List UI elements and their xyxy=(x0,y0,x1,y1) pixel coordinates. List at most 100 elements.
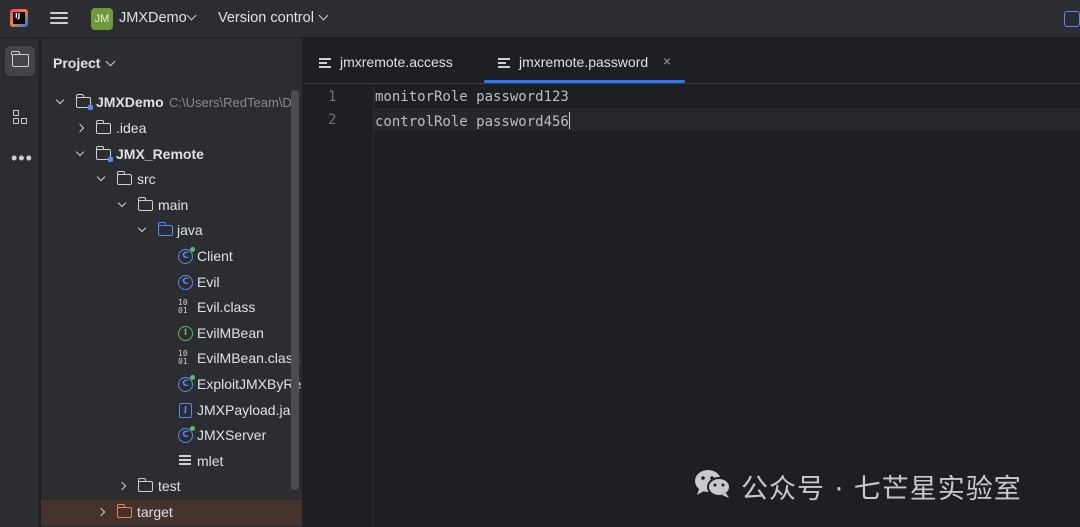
tree-item-label: JMXPayload.jar xyxy=(197,402,296,418)
panel-title[interactable]: Project xyxy=(53,55,100,71)
source-folder-icon xyxy=(157,222,173,236)
collapse-arrow-icon[interactable] xyxy=(96,507,106,517)
class-icon: C xyxy=(178,247,195,264)
tab-jmxremote-password[interactable]: jmxremote.password × xyxy=(498,38,678,84)
title-bar: IJ JM JMXDemo Version control xyxy=(0,0,1080,38)
tree-item-target[interactable]: target xyxy=(41,500,302,525)
jar-file-icon: J xyxy=(179,403,192,418)
main-menu-icon[interactable] xyxy=(50,9,68,27)
text-caret xyxy=(568,112,571,129)
tree-item-label: EvilMBean xyxy=(197,325,264,341)
editor-area: jmxremote.access jmxremote.password × 1 … xyxy=(303,38,1080,527)
chevron-down-icon[interactable] xyxy=(318,10,329,21)
more-tools-button[interactable]: ••• xyxy=(5,144,35,174)
folder-icon xyxy=(137,478,153,492)
tree-item-evil[interactable]: C Evil xyxy=(41,270,302,295)
text-file-icon xyxy=(498,58,510,68)
tree-item-client[interactable]: C Client xyxy=(41,244,302,269)
structure-icon xyxy=(13,110,28,125)
module-folder-icon xyxy=(95,146,113,162)
collapse-arrow-icon[interactable] xyxy=(75,123,85,133)
tree-item-label: Evil.class xyxy=(197,299,256,315)
tree-item-jmxpayload[interactable]: J JMXPayload.jar xyxy=(41,398,302,423)
intellij-logo-icon[interactable]: IJ xyxy=(10,9,28,27)
chevron-down-icon[interactable] xyxy=(105,56,116,67)
tree-item-main[interactable]: main xyxy=(41,193,302,218)
gutter-divider xyxy=(373,85,374,527)
line-number: 1 xyxy=(328,89,337,105)
panel-scrollbar[interactable] xyxy=(291,90,299,490)
tree-item-label: JMXServer xyxy=(197,427,267,443)
tree-item-label: src xyxy=(137,171,156,187)
expand-arrow-icon[interactable] xyxy=(75,147,85,157)
tree-item-label: Client xyxy=(197,248,233,264)
tree-item-label: JMXDemo xyxy=(96,94,164,110)
expand-arrow-icon[interactable] xyxy=(96,172,106,182)
editor-tab-bar: jmxremote.access jmxremote.password × xyxy=(304,38,1080,84)
folder-icon xyxy=(137,197,153,211)
class-icon: C xyxy=(178,426,195,443)
tree-item-path: C:\Users\RedTeam\De xyxy=(169,95,300,110)
binary-file-icon: 10 01 xyxy=(178,349,188,366)
tree-item-evil-class[interactable]: 10 01 Evil.class xyxy=(41,295,302,320)
project-badge[interactable]: JM xyxy=(91,8,113,30)
code-line[interactable]: controlRole password456 xyxy=(375,112,571,130)
expand-arrow-icon[interactable] xyxy=(137,223,147,233)
tree-item-java[interactable]: java xyxy=(41,218,302,243)
tree-item-src[interactable]: src xyxy=(41,167,302,192)
module-folder-icon xyxy=(75,94,93,110)
text-file-icon xyxy=(179,455,191,467)
tree-item-jmxdemo[interactable]: JMXDemo C:\Users\RedTeam\De xyxy=(41,90,302,115)
tree-item-evilmbean-class[interactable]: 10 01 EvilMBean.class xyxy=(41,346,302,371)
tree-item-idea[interactable]: .idea xyxy=(41,116,302,141)
tree-item-label: EvilMBean.class xyxy=(197,350,300,366)
tree-item-mlet[interactable]: mlet xyxy=(41,449,302,474)
tab-label: jmxremote.password xyxy=(519,54,649,70)
tree-item-label: target xyxy=(137,504,173,520)
expand-arrow-icon[interactable] xyxy=(55,95,65,105)
tree-item-label: mlet xyxy=(197,453,224,469)
wechat-icon xyxy=(695,470,731,498)
version-control-menu[interactable]: Version control xyxy=(218,10,314,26)
line-number-gutter xyxy=(304,85,374,527)
active-tab-indicator xyxy=(484,80,685,83)
project-tool-button[interactable] xyxy=(5,46,35,76)
tree-item-label: .idea xyxy=(116,120,147,136)
folder-icon xyxy=(116,171,132,185)
tab-jmxremote-access[interactable]: jmxremote.access xyxy=(319,38,469,84)
tree-item-label: java xyxy=(177,222,203,238)
code-line-text: controlRole password456 xyxy=(375,114,569,130)
tree-item-evilmbean[interactable]: I EvilMBean xyxy=(41,321,302,346)
class-icon: C xyxy=(178,275,193,290)
tree-item-label: JMX_Remote xyxy=(116,146,204,162)
tool-window-strip: ••• xyxy=(0,38,40,527)
excluded-folder-icon xyxy=(116,504,132,518)
tree-item-label: Evil xyxy=(197,274,220,290)
window-layout-icon[interactable] xyxy=(1064,11,1080,27)
text-file-icon xyxy=(319,58,331,68)
binary-file-icon: 10 01 xyxy=(178,298,188,315)
more-icon: ••• xyxy=(11,148,33,168)
tab-label: jmxremote.access xyxy=(340,54,453,70)
interface-icon: I xyxy=(178,326,193,341)
line-number: 2 xyxy=(328,112,337,128)
code-line[interactable]: monitorRole password123 xyxy=(375,89,569,105)
project-name[interactable]: JMXDemo xyxy=(119,10,187,26)
tree-item-jmxserver[interactable]: C JMXServer xyxy=(41,423,302,448)
code-line-text: monitorRole password123 xyxy=(375,89,569,105)
close-icon[interactable]: × xyxy=(663,53,671,69)
expand-arrow-icon[interactable] xyxy=(117,198,127,208)
tree-item-label: ExploitJMXByRer xyxy=(197,376,302,392)
collapse-arrow-icon[interactable] xyxy=(117,481,127,491)
tree-item-jmx-remote[interactable]: JMX_Remote xyxy=(41,142,302,167)
project-panel: Project JMXDemo C:\Users\RedTeam\De .ide… xyxy=(41,38,302,527)
tree-item-label: main xyxy=(158,197,189,213)
watermark-text: 公众号 · 七芒星实验室 xyxy=(741,474,1022,505)
structure-tool-button[interactable] xyxy=(5,102,35,132)
tree-item-exploitjmx[interactable]: C ExploitJMXByRer xyxy=(41,372,302,397)
folder-icon xyxy=(95,120,111,134)
folder-icon xyxy=(11,51,29,67)
tree-item-test[interactable]: test xyxy=(41,474,302,499)
chevron-down-icon[interactable] xyxy=(186,10,197,21)
tree-item-label: test xyxy=(158,478,181,494)
